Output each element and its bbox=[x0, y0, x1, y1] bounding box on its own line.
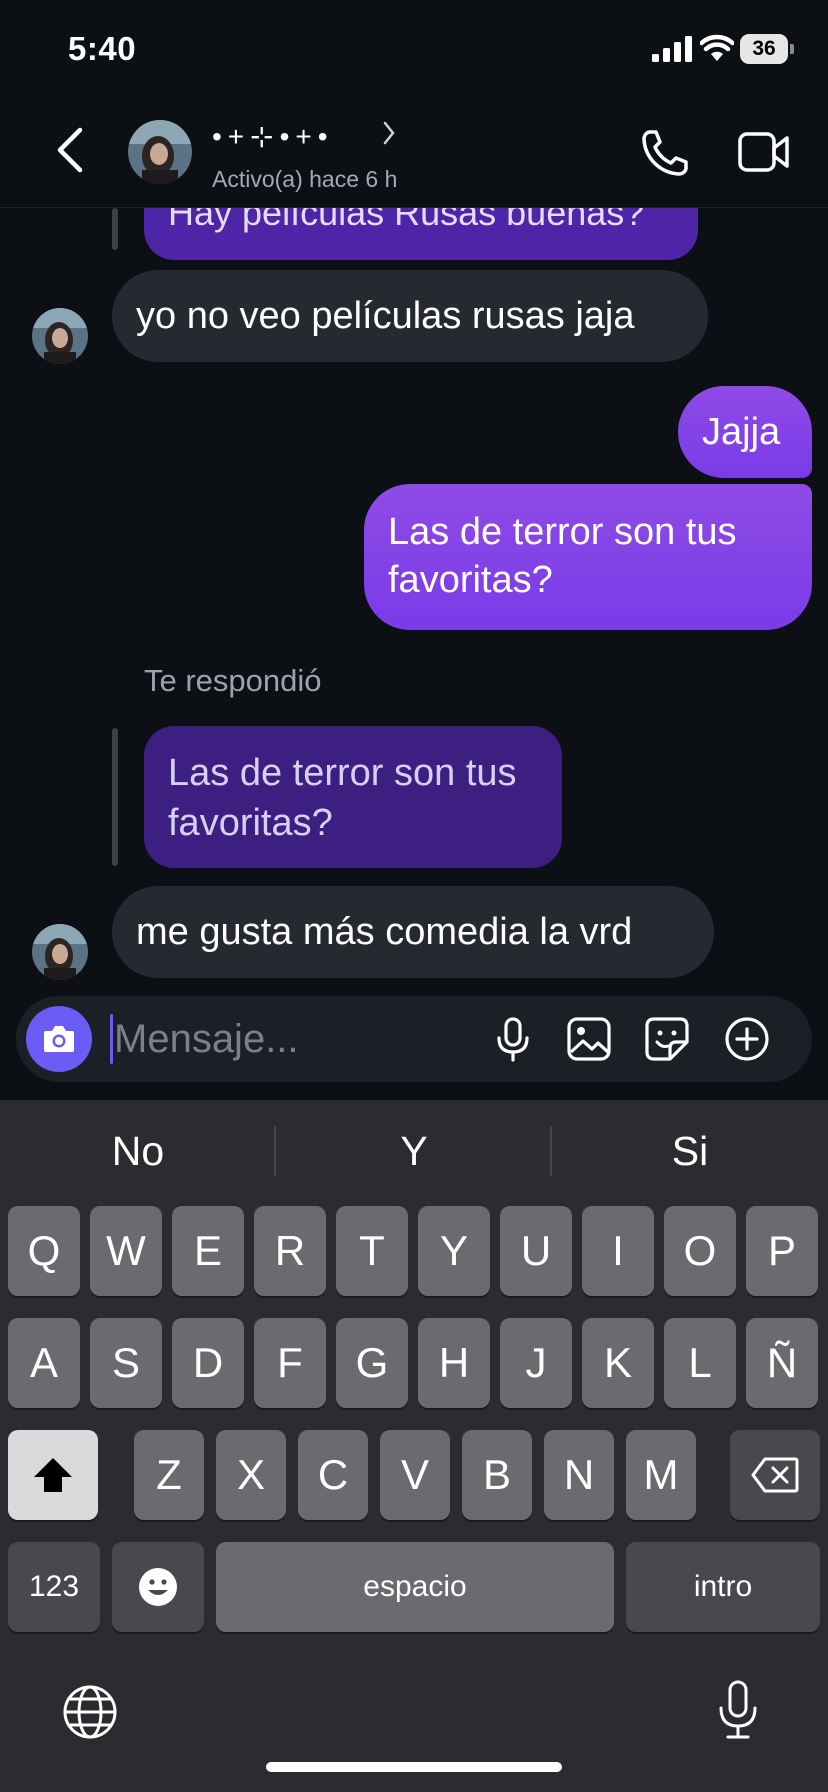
avatar[interactable] bbox=[32, 308, 88, 364]
return-key[interactable]: intro bbox=[626, 1542, 820, 1632]
key-w[interactable]: W bbox=[90, 1206, 162, 1296]
key-q[interactable]: Q bbox=[8, 1206, 80, 1296]
key-b[interactable]: B bbox=[462, 1430, 532, 1520]
key-d[interactable]: D bbox=[172, 1318, 244, 1408]
reply-line bbox=[112, 208, 118, 250]
quoted-message[interactable]: Hay películas Rusas buenas? bbox=[144, 208, 698, 260]
key-z[interactable]: Z bbox=[134, 1430, 204, 1520]
chevron-left-icon[interactable] bbox=[52, 126, 88, 174]
delete-key[interactable] bbox=[730, 1430, 820, 1520]
contact-name[interactable]: •+⊹•+• bbox=[212, 120, 334, 153]
emoji-key[interactable] bbox=[112, 1542, 204, 1632]
key-e[interactable]: E bbox=[172, 1206, 244, 1296]
key-r[interactable]: R bbox=[254, 1206, 326, 1296]
key-f[interactable]: F bbox=[254, 1318, 326, 1408]
key-n[interactable]: N bbox=[544, 1430, 614, 1520]
suggestion[interactable]: Si bbox=[552, 1128, 828, 1175]
home-indicator bbox=[266, 1762, 562, 1772]
key-x[interactable]: X bbox=[216, 1430, 286, 1520]
globe-icon[interactable] bbox=[62, 1684, 118, 1740]
key-p[interactable]: P bbox=[746, 1206, 818, 1296]
message-list[interactable]: Hay películas Rusas buenas? yo no veo pe… bbox=[0, 208, 828, 988]
emoji-icon bbox=[139, 1568, 177, 1606]
microphone-icon[interactable] bbox=[490, 1016, 536, 1062]
chat-header: •+⊹•+• Activo(a) hace 6 h bbox=[0, 100, 828, 208]
phone-icon[interactable] bbox=[640, 128, 690, 178]
key-g[interactable]: G bbox=[336, 1318, 408, 1408]
key-i[interactable]: I bbox=[582, 1206, 654, 1296]
dictation-microphone-icon[interactable] bbox=[716, 1680, 760, 1740]
status-time: 5:40 bbox=[68, 30, 137, 67]
numbers-key[interactable]: 123 bbox=[8, 1542, 100, 1632]
signal-icon bbox=[652, 36, 692, 62]
avatar[interactable] bbox=[32, 924, 88, 980]
sticker-icon[interactable] bbox=[644, 1016, 690, 1062]
plus-circle-icon[interactable] bbox=[724, 1016, 770, 1062]
suggestion[interactable]: Y bbox=[276, 1128, 552, 1175]
key-l[interactable]: L bbox=[664, 1318, 736, 1408]
reply-line bbox=[112, 728, 118, 866]
received-message[interactable]: yo no veo películas rusas jaja bbox=[112, 270, 708, 362]
message-composer bbox=[16, 996, 812, 1082]
key-c[interactable]: C bbox=[298, 1430, 368, 1520]
key-j[interactable]: J bbox=[500, 1318, 572, 1408]
space-key[interactable]: espacio bbox=[216, 1542, 614, 1632]
key-y[interactable]: Y bbox=[418, 1206, 490, 1296]
backspace-icon bbox=[751, 1457, 799, 1493]
battery-level: 36 bbox=[752, 37, 776, 60]
suggestion[interactable]: No bbox=[0, 1128, 276, 1175]
shift-icon bbox=[34, 1458, 72, 1492]
key-h[interactable]: H bbox=[418, 1318, 490, 1408]
chevron-right-icon[interactable] bbox=[382, 120, 396, 146]
key-v[interactable]: V bbox=[380, 1430, 450, 1520]
video-camera-icon[interactable] bbox=[738, 130, 790, 174]
text-cursor bbox=[110, 1014, 113, 1064]
key-a[interactable]: A bbox=[8, 1318, 80, 1408]
sent-message[interactable]: Jajja bbox=[678, 386, 812, 478]
quoted-message[interactable]: Las de terror son tus favoritas? bbox=[144, 726, 562, 868]
activity-status: Activo(a) hace 6 h bbox=[212, 166, 398, 192]
key-m[interactable]: M bbox=[626, 1430, 696, 1520]
key-k[interactable]: K bbox=[582, 1318, 654, 1408]
sent-message[interactable]: Las de terror son tus favoritas? bbox=[364, 484, 812, 630]
key-o[interactable]: O bbox=[664, 1206, 736, 1296]
key-t[interactable]: T bbox=[336, 1206, 408, 1296]
camera-icon bbox=[44, 1026, 74, 1052]
key-u[interactable]: U bbox=[500, 1206, 572, 1296]
reply-label: Te respondió bbox=[144, 663, 322, 698]
wifi-icon bbox=[700, 34, 734, 61]
key-n-tilde[interactable]: Ñ bbox=[746, 1318, 818, 1408]
shift-key[interactable] bbox=[8, 1430, 98, 1520]
camera-button[interactable] bbox=[26, 1006, 92, 1072]
image-icon[interactable] bbox=[566, 1016, 612, 1062]
battery-icon: 36 bbox=[740, 34, 794, 64]
received-message[interactable]: me gusta más comedia la vrd bbox=[112, 886, 714, 978]
avatar[interactable] bbox=[128, 120, 192, 184]
message-input[interactable] bbox=[114, 1010, 414, 1068]
status-bar: 5:40 36 bbox=[0, 0, 828, 100]
key-s[interactable]: S bbox=[90, 1318, 162, 1408]
